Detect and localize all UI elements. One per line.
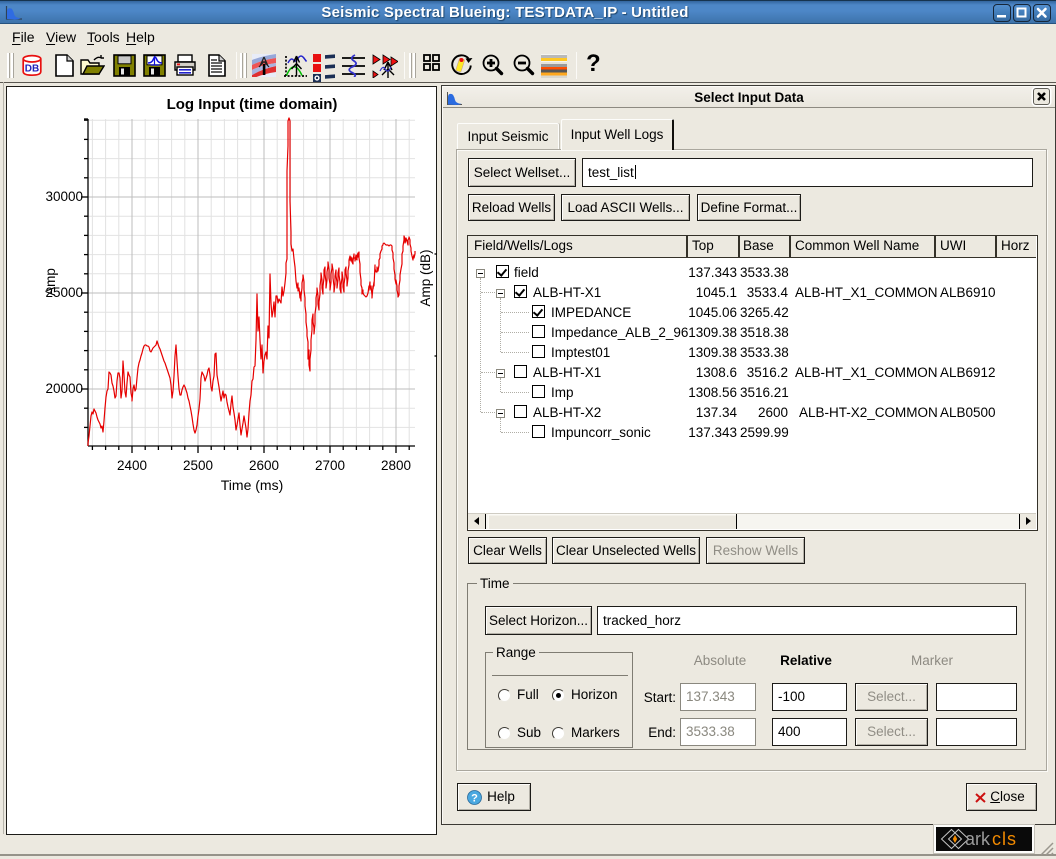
svg-text:30000: 30000 — [45, 189, 83, 204]
svg-text:Time (ms): Time (ms) — [220, 477, 282, 493]
svg-text:cls: cls — [992, 829, 1017, 849]
svg-text:2700: 2700 — [314, 458, 344, 473]
svg-text:2600: 2600 — [248, 458, 278, 473]
svg-text:2500: 2500 — [182, 458, 212, 473]
svg-text:20000: 20000 — [45, 381, 83, 396]
svg-text:?: ? — [471, 793, 478, 805]
svg-text:DB: DB — [25, 64, 39, 75]
svg-text:Log Input (time domain): Log Input (time domain) — [166, 96, 337, 113]
svg-text:2800: 2800 — [380, 458, 410, 473]
svg-text:2400: 2400 — [116, 458, 146, 473]
svg-text:Amp (dB): Amp (dB) — [418, 249, 433, 306]
svg-text:Amp: Amp — [43, 268, 58, 296]
svg-text:ark: ark — [965, 829, 991, 849]
